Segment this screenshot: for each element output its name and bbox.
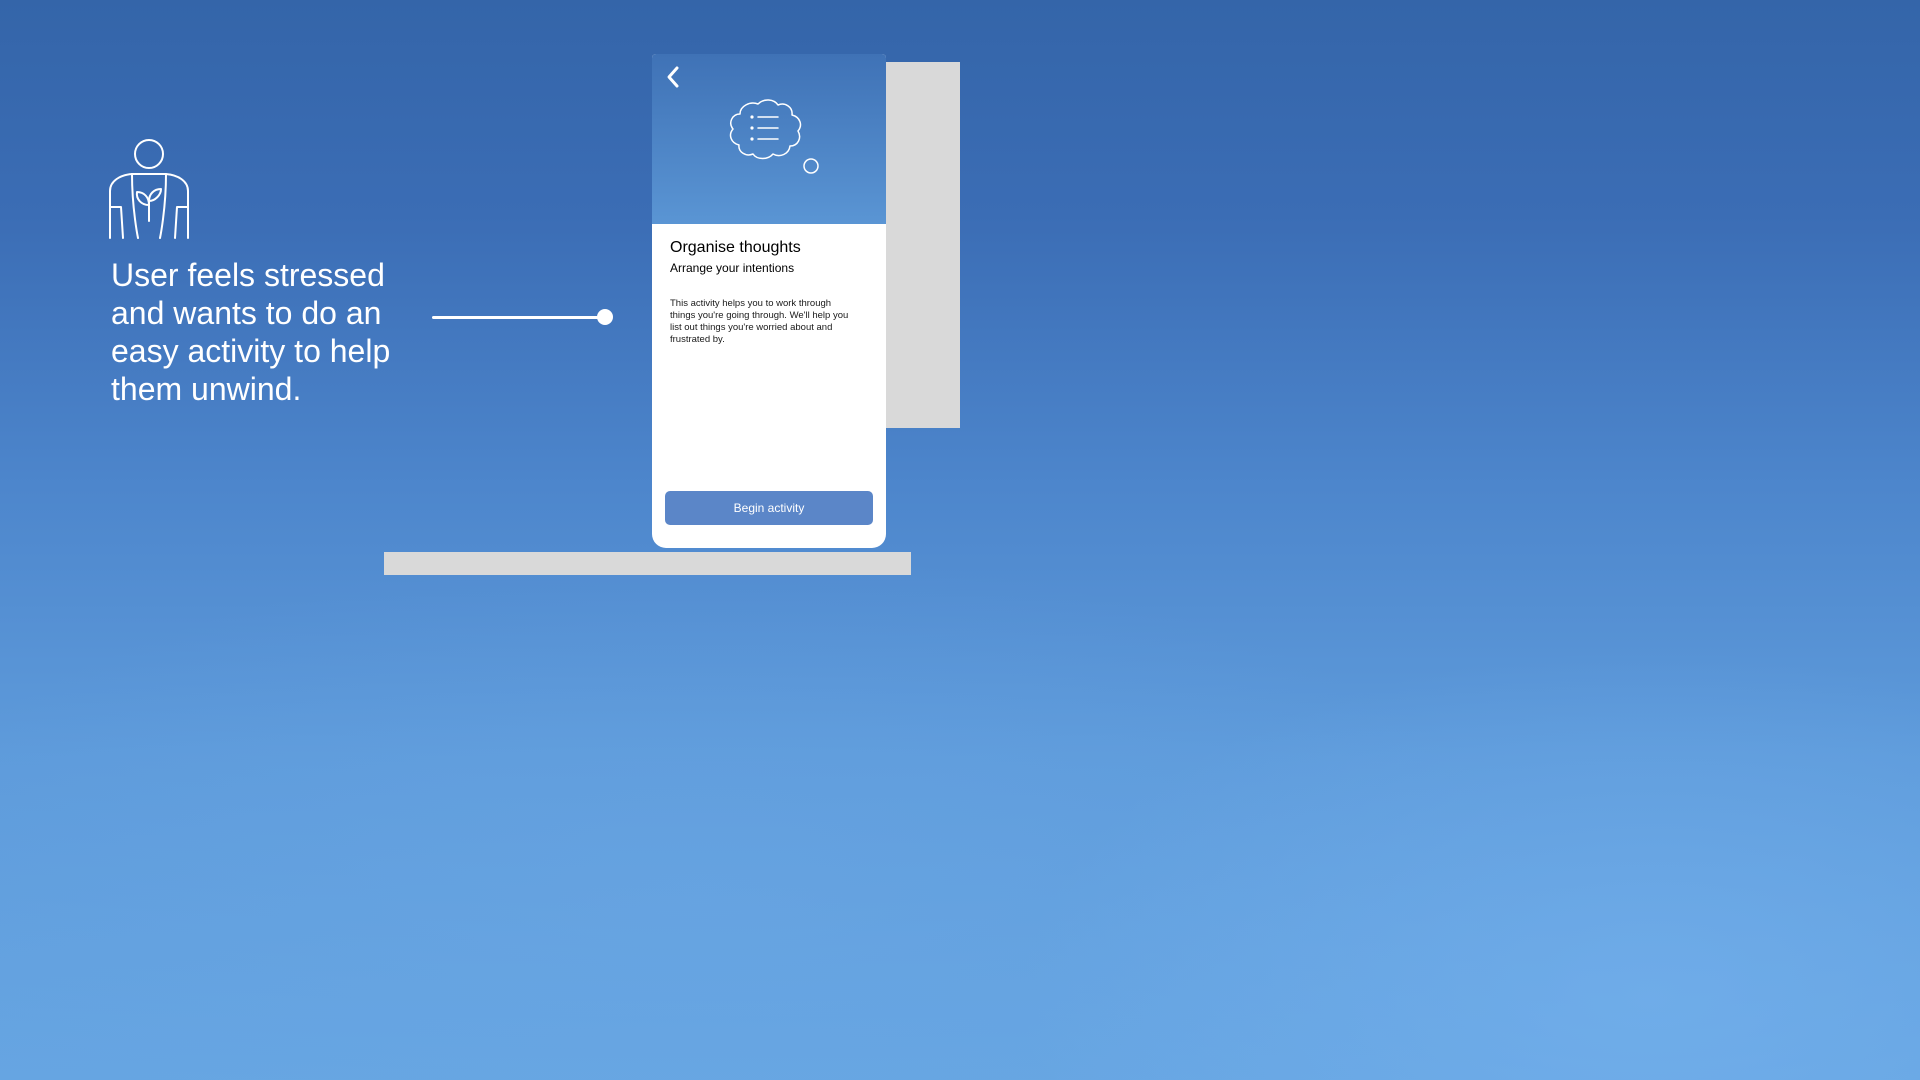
begin-activity-button[interactable]: Begin activity: [665, 491, 873, 525]
thought-bubble-list-icon: [729, 99, 819, 174]
connector-line: [432, 316, 606, 319]
phone-header: [652, 54, 886, 224]
placeholder-panel-right: [886, 62, 960, 428]
activity-title: Organise thoughts: [670, 239, 801, 256]
activity-subtitle: Arrange your intentions: [670, 261, 795, 275]
activity-description: This activity helps you to work through …: [670, 298, 849, 345]
persona-description: User feels stressed and wants to do an e…: [111, 257, 391, 407]
placeholder-panel-bottom: [384, 552, 911, 575]
connector-dot: [597, 309, 613, 325]
chevron-left-icon[interactable]: [662, 64, 684, 90]
person-with-plant-icon: [109, 139, 189, 239]
phone-screen: Organise thoughts Arrange your intention…: [652, 54, 886, 548]
